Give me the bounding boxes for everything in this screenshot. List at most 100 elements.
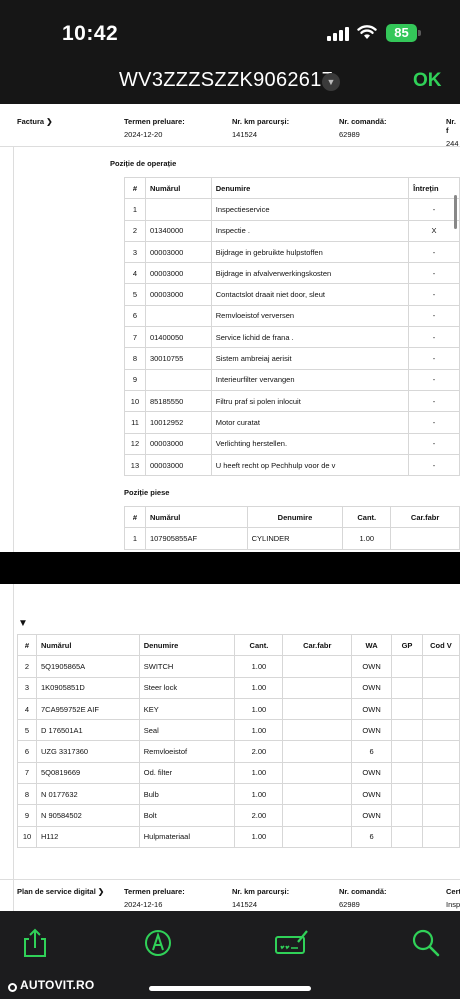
- column-header: GP: [391, 633, 423, 657]
- table-cell: OWN: [351, 719, 393, 742]
- table-cell: [391, 655, 423, 678]
- table-cell: [421, 783, 460, 806]
- table-row: 9N 90584502 Bolt 2.00 OWN: [17, 804, 460, 827]
- table-cell: [144, 198, 212, 221]
- operatii-title: Poziție de operație: [110, 159, 177, 168]
- table-cell: 1.00: [342, 527, 392, 550]
- table-cell: Service lichid de frana .: [210, 326, 410, 349]
- share-icon[interactable]: [17, 928, 53, 958]
- table-cell: 2.00: [234, 804, 284, 827]
- table-row: 3 00003000 Bijdrage in gebruikte hulpstoff…: [124, 240, 460, 264]
- table-cell: -: [408, 304, 460, 328]
- divider: [13, 146, 14, 552]
- table-cell: Bulb: [138, 783, 236, 806]
- watermark: AUTOVIT.RO: [20, 978, 95, 992]
- table-cell: 1.00: [234, 655, 284, 678]
- table-row: 13 00003000 U heeft recht op Pechhulp voor…: [124, 453, 460, 477]
- table-cell: 6: [124, 304, 146, 328]
- table-cell: 8: [124, 347, 146, 370]
- operatii-table: # Numărul Denumire Întrețin 1 Inspectiese…: [124, 176, 460, 477]
- chevron-down-icon[interactable]: ▼: [18, 618, 28, 629]
- table-cell: [144, 304, 212, 328]
- table-cell: [421, 697, 460, 721]
- document-title[interactable]: WV3ZZZSZZK9062617: [119, 69, 333, 92]
- top-bar: 10:42 85 WV3ZZZSZZK9062617 ▼ OK: [0, 0, 460, 104]
- termen-field: Termen preluare: 2024-12-20: [124, 117, 185, 139]
- chevron-down-icon[interactable]: ▼: [322, 73, 340, 91]
- table-cell: 00003000: [144, 453, 212, 477]
- comanda-field: Nr. comandă: 62989: [339, 887, 387, 909]
- column-header: #: [17, 633, 37, 657]
- table-cell: 00003000: [144, 240, 212, 264]
- table-cell: [282, 783, 353, 806]
- battery-icon: 85: [386, 24, 417, 42]
- table-row: 10 85185550 Filtru praf si polen inlocuit -: [124, 389, 460, 413]
- table-cell: Od. filter: [138, 761, 236, 785]
- table-cell: 13: [124, 453, 146, 477]
- table-cell: [391, 783, 423, 806]
- table-cell: 7: [124, 326, 146, 349]
- table-cell: 01400050: [144, 326, 212, 349]
- table-cell: 1.00: [234, 783, 284, 806]
- piese-table: # Numărul Denumire Cant. Car.fabr 1 10790…: [124, 505, 460, 550]
- column-header: Întrețin: [408, 176, 460, 200]
- table-row: 8N 0177632 Bulb 1.00 OWN: [17, 783, 460, 806]
- home-indicator[interactable]: [149, 986, 311, 991]
- table-cell: Verlichting herstellen.: [210, 432, 410, 455]
- column-header: Denumire: [210, 176, 410, 200]
- table-cell: 8: [17, 783, 37, 806]
- wifi-icon: [357, 25, 377, 39]
- table-row: 11 10012952 Motor curatat -: [124, 411, 460, 434]
- table-cell: -: [408, 347, 460, 370]
- signature-icon[interactable]: [274, 928, 310, 958]
- table-cell: -: [408, 240, 460, 264]
- piese-title: Poziție piese: [124, 488, 170, 497]
- table-cell: 1.00: [234, 761, 284, 785]
- table-cell: [391, 719, 423, 742]
- table-row: 5D 176501A1 Seal 1.00 OWN: [17, 719, 460, 742]
- table-cell: 5: [17, 719, 37, 742]
- table-row: 4 00003000 Bijdrage in afvalverwerkingskos…: [124, 262, 460, 285]
- table-cell: OWN: [351, 783, 393, 806]
- table-cell: -: [408, 326, 460, 349]
- table-row: 7 5Q0819669 Od. filter 1.00 OWN: [17, 761, 460, 785]
- table-cell: 10: [124, 389, 146, 413]
- extra-field: Nr. f 244: [446, 117, 459, 148]
- ok-button[interactable]: OK: [413, 70, 442, 92]
- table-row: 10 H112 Hulpmateriaal 1.00 6: [17, 825, 460, 848]
- column-header: Denumire: [246, 505, 344, 529]
- document-page-2[interactable]: ▼ # Numărul Denumire Cant. Car.fabr WA G…: [0, 584, 460, 911]
- column-header: #: [124, 505, 146, 529]
- cellular-signal-icon: [327, 27, 349, 41]
- table-cell: 5Q1905865A: [35, 655, 140, 678]
- table-cell: U heeft recht op Pechhulp voor de v: [210, 453, 410, 477]
- table-cell: 7: [17, 761, 37, 785]
- table-row: 3 1K0905851D Steer lock 1.00 OWN: [17, 676, 460, 699]
- table-cell: -: [408, 262, 460, 285]
- search-icon[interactable]: [408, 928, 444, 958]
- divider: [0, 146, 460, 147]
- table-cell: OWN: [351, 655, 393, 678]
- table-cell: Bijdrage in gebruikte hulpstoffen: [210, 240, 410, 264]
- table-cell: 4: [124, 262, 146, 285]
- table-cell: [391, 697, 423, 721]
- table-cell: 1.00: [234, 719, 284, 742]
- table-row: 2 01340000 Inspectie .X: [124, 219, 460, 242]
- horizontal-scrollbar[interactable]: [454, 195, 457, 229]
- table-cell: [391, 804, 423, 827]
- table-cell: 00003000: [144, 262, 212, 285]
- table-cell: 1.00: [234, 825, 284, 848]
- markup-icon[interactable]: [140, 928, 176, 958]
- table-cell: 2: [17, 655, 37, 678]
- plan-service-toggle[interactable]: Plan de service digital ❯: [17, 887, 104, 896]
- plan-service-label: Plan de service digital: [17, 887, 96, 896]
- table-cell: -: [408, 453, 460, 477]
- document-page-1[interactable]: Factura ❯ Termen preluare: 2024-12-20 Nr.…: [0, 104, 460, 552]
- table-cell: KEY: [138, 697, 236, 721]
- table-cell: [391, 825, 423, 848]
- table-cell: 00003000: [144, 432, 212, 455]
- table-cell: [144, 368, 212, 391]
- table-row: 12 00003000 Verlichting herstellen. -: [124, 432, 460, 455]
- factura-toggle[interactable]: Factura ❯: [17, 117, 52, 126]
- table-cell: [421, 740, 460, 763]
